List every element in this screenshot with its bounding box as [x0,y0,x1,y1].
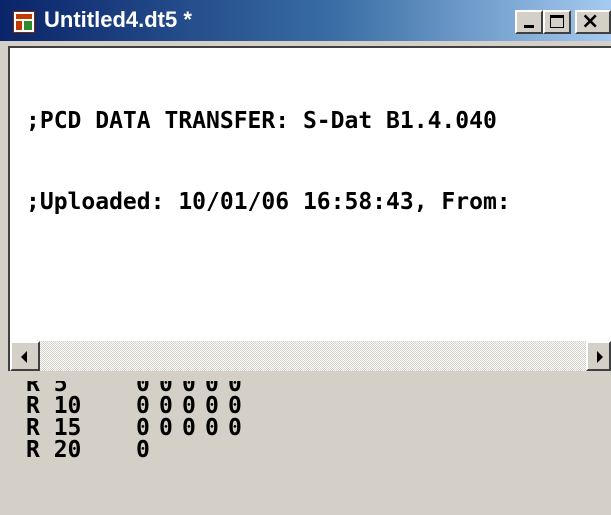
register-value: 0 [228,415,242,441]
maximize-button[interactable] [543,10,571,34]
register-value: 0 [159,393,173,419]
register-row: R 10 0 0 0 0 0 [26,393,511,419]
register-value: 0 [205,415,219,441]
minimize-button[interactable] [515,10,543,34]
register-value: 0 [136,393,150,419]
document-content[interactable]: ;PCD DATA TRANSFER: S-Dat B1.4.040 ;Uplo… [26,54,511,515]
window-title: Untitled4.dt5 * [44,7,192,32]
maximize-icon [550,15,564,28]
register-value: 0 [228,393,242,419]
window-bottom-edge [0,371,611,381]
register-label: R 10 [26,393,82,419]
editor-window: Untitled4.dt5 * × ;PCD DATA TRANSFER: S-… [0,0,611,462]
register-value: 0 [205,393,219,419]
close-icon: × [581,9,600,34]
register-value: 0 [182,393,196,419]
arrow-left-icon [21,351,27,363]
register-value: 0 [136,415,150,441]
register-row: R 20 0 [26,437,511,463]
close-button[interactable]: × [575,10,611,34]
scroll-left-button[interactable] [10,341,40,371]
register-label: R 15 [26,415,82,441]
scroll-right-button[interactable] [586,341,611,371]
arrow-right-icon [597,351,603,363]
register-row: R 15 0 0 0 0 0 [26,415,511,441]
header-line: ;PCD DATA TRANSFER: S-Dat B1.4.040 [26,108,497,134]
register-value: 0 [159,415,173,441]
register-label: R 20 [26,437,82,463]
window-left-edge [0,41,8,381]
register-value: 0 [182,415,196,441]
title-bar[interactable]: Untitled4.dt5 * × [0,0,611,41]
document-app-icon[interactable] [13,11,35,33]
minimize-icon [524,25,534,28]
header-line: ;Uploaded: 10/01/06 16:58:43, From: [26,189,511,215]
horizontal-scrollbar[interactable] [10,341,611,371]
register-value: 0 [136,437,150,463]
